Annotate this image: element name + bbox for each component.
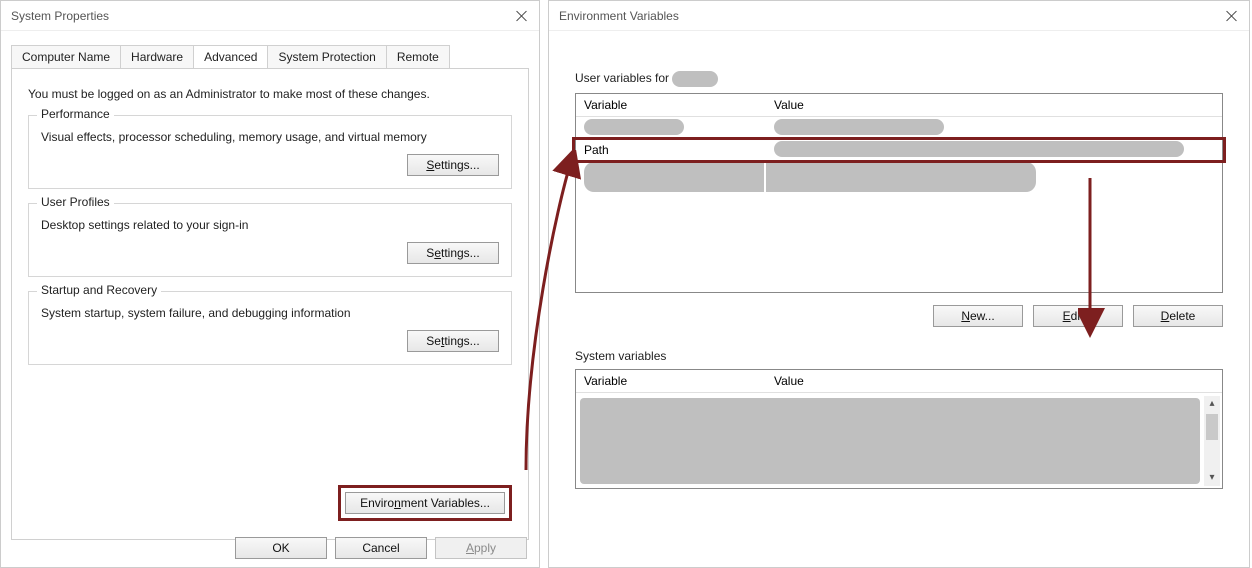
user-vars-label: User variables for (575, 71, 1223, 87)
group-user-profiles: User Profiles Desktop settings related t… (28, 203, 512, 277)
redacted-system-vars (580, 398, 1200, 484)
legend-startup: Startup and Recovery (37, 283, 161, 297)
cell-path-var: Path (576, 139, 766, 161)
settings-button-startup[interactable]: Settings... (407, 330, 499, 352)
user-vars-listbox[interactable]: Variable Value Path (575, 93, 1223, 293)
tab-system-protection[interactable]: System Protection (267, 45, 386, 68)
redacted-val (766, 162, 1036, 192)
system-vars-label: System variables (575, 349, 1223, 363)
edit-button[interactable]: Edit... (1033, 305, 1123, 327)
redacted-val (774, 119, 944, 135)
system-vars-listbox[interactable]: Variable Value ▴ ▾ (575, 369, 1223, 489)
legend-performance: Performance (37, 107, 114, 121)
chevron-up-icon[interactable]: ▴ (1204, 396, 1220, 412)
cancel-button[interactable]: Cancel (335, 537, 427, 559)
scrollbar[interactable]: ▴ ▾ (1204, 396, 1220, 486)
tab-advanced[interactable]: Advanced (193, 45, 268, 68)
col-variable[interactable]: Variable (576, 370, 766, 392)
tab-remote[interactable]: Remote (386, 45, 450, 68)
col-variable[interactable]: Variable (576, 94, 766, 116)
redacted-var (584, 162, 764, 192)
system-properties-window: System Properties Computer Name Hardware… (0, 0, 540, 568)
chevron-down-icon[interactable]: ▾ (1204, 470, 1220, 486)
title-sysprop: System Properties (11, 9, 109, 23)
user-vars-buttons: New... Edit... Delete (575, 305, 1223, 327)
close-icon[interactable] (1225, 9, 1239, 23)
footer-buttons: OK Cancel Apply (235, 537, 527, 559)
col-value[interactable]: Value (766, 370, 1222, 392)
col-value[interactable]: Value (766, 94, 1222, 116)
group-startup-recovery: Startup and Recovery System startup, sys… (28, 291, 512, 365)
system-vars-header: Variable Value (576, 370, 1222, 393)
tab-hardware[interactable]: Hardware (120, 45, 194, 68)
admin-note: You must be logged on as an Administrato… (28, 87, 512, 101)
group-performance: Performance Visual effects, processor sc… (28, 115, 512, 189)
redacted-var (584, 119, 684, 135)
settings-button-performance[interactable]: Settings... (407, 154, 499, 176)
delete-button[interactable]: Delete (1133, 305, 1223, 327)
tabs: Computer Name Hardware Advanced System P… (11, 45, 529, 68)
table-row[interactable] (576, 161, 1222, 195)
tab-computer-name[interactable]: Computer Name (11, 45, 121, 68)
tab-panel-advanced: You must be logged on as an Administrato… (11, 68, 529, 540)
table-row-path[interactable]: Path (576, 139, 1222, 161)
ok-button[interactable]: OK (235, 537, 327, 559)
env-body: User variables for Variable Value Path (549, 31, 1249, 499)
title-env: Environment Variables (559, 9, 679, 23)
legend-user-profiles: User Profiles (37, 195, 114, 209)
highlight-env-button: Environment Variables... (338, 485, 512, 521)
desc-performance: Visual effects, processor scheduling, me… (41, 130, 499, 144)
redacted-val (774, 141, 1184, 157)
desc-startup: System startup, system failure, and debu… (41, 306, 499, 320)
titlebar-sysprop: System Properties (1, 1, 539, 31)
scroll-thumb[interactable] (1206, 414, 1218, 440)
close-icon[interactable] (515, 9, 529, 23)
titlebar-env: Environment Variables (549, 1, 1249, 31)
settings-button-user-profiles[interactable]: Settings... (407, 242, 499, 264)
environment-variables-window: Environment Variables User variables for… (548, 0, 1250, 568)
apply-button: Apply (435, 537, 527, 559)
redacted-username (672, 71, 718, 87)
desc-user-profiles: Desktop settings related to your sign-in (41, 218, 499, 232)
environment-variables-button[interactable]: Environment Variables... (345, 492, 505, 514)
new-button[interactable]: New... (933, 305, 1023, 327)
env-button-wrap: Environment Variables... (338, 485, 512, 521)
